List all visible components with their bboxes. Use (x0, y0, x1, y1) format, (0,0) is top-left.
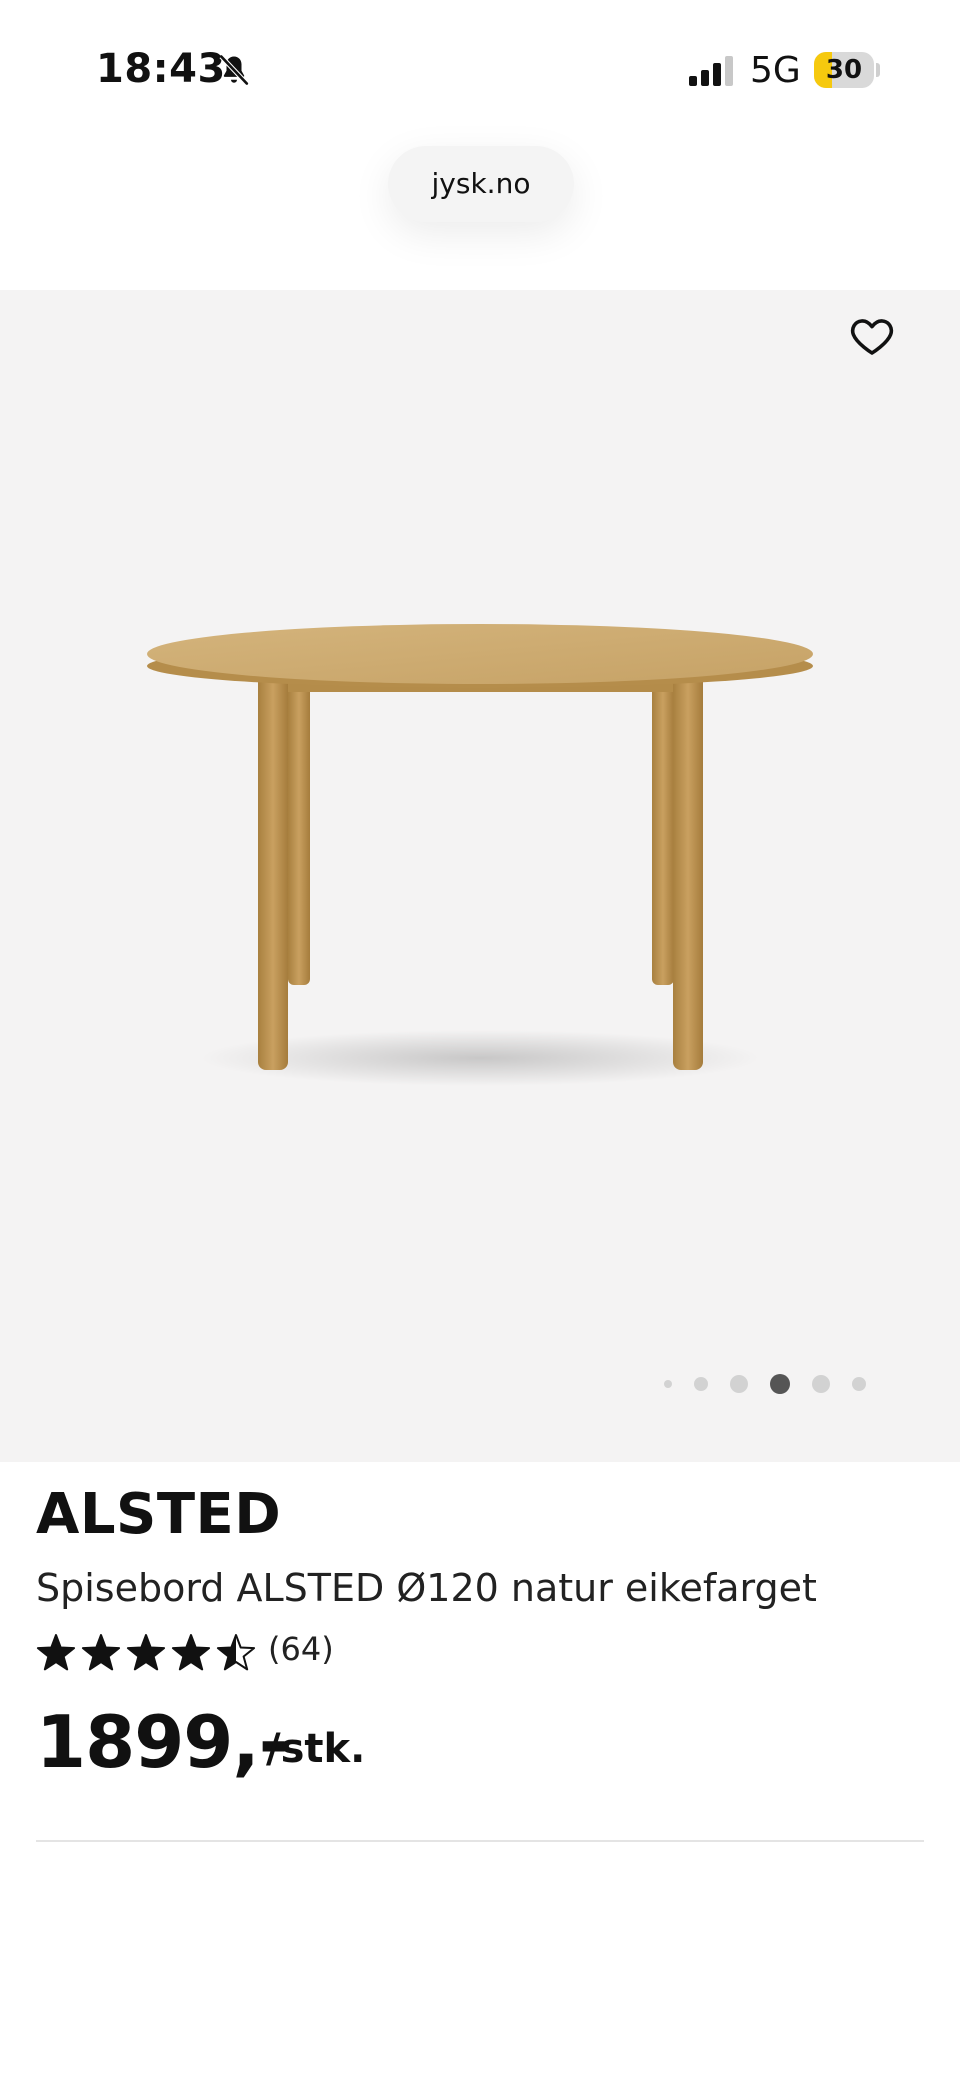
star-filled-icon (37, 1635, 75, 1670)
product-image (147, 624, 813, 1086)
battery-level: 30 (825, 55, 863, 85)
pagination-dot[interactable] (852, 1377, 866, 1391)
rating-stars[interactable] (36, 1630, 256, 1676)
battery-indicator: 30 (814, 52, 874, 88)
status-bar: 18:43 5G 30 (0, 0, 960, 140)
gallery-pagination[interactable] (664, 1370, 888, 1398)
status-time: 18:43 (96, 46, 226, 92)
pagination-dot[interactable] (730, 1375, 748, 1393)
heart-outline-icon[interactable] (848, 312, 896, 360)
pagination-dot[interactable] (812, 1375, 830, 1393)
network-type: 5G (750, 50, 801, 91)
rating-count[interactable]: (64) (268, 1630, 334, 1668)
product-image-gallery[interactable] (0, 290, 960, 1462)
bell-slash-icon (219, 54, 249, 86)
star-filled-icon (127, 1635, 165, 1670)
price-unit: /stk. (266, 1726, 366, 1772)
star-filled-icon (172, 1635, 210, 1670)
pagination-dot[interactable] (664, 1380, 672, 1388)
product-price: 1899,- (36, 1700, 289, 1784)
product-description: Spisebord ALSTED Ø120 natur eikefarget (36, 1566, 817, 1610)
star-filled-icon (82, 1635, 120, 1670)
divider (36, 1840, 924, 1842)
battery-cap (876, 63, 880, 77)
address-bar[interactable]: jysk.no (388, 146, 574, 222)
pagination-dot[interactable] (770, 1374, 790, 1394)
product-brand: ALSTED (36, 1482, 282, 1547)
pagination-dot[interactable] (694, 1377, 708, 1391)
cellular-signal-icon (689, 56, 733, 86)
